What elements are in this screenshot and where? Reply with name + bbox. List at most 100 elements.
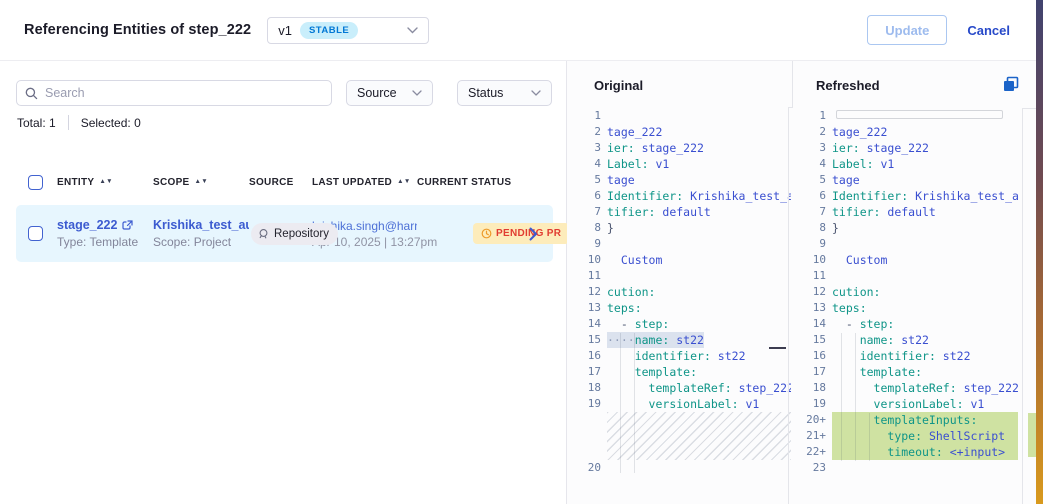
code-line: 5tage: [570, 172, 791, 188]
version-select[interactable]: v1 STABLE: [267, 17, 429, 44]
code-line: 16 identifier: st22: [570, 348, 791, 364]
code-line: 5tage: [794, 172, 1018, 188]
referencing-entities-drawer: Referencing Entities of step_222 v1 STAB…: [0, 0, 1036, 504]
code-line: 14 - step:: [794, 316, 1018, 332]
indent-guide: [869, 413, 870, 461]
scope-sub: Scope: Project: [153, 235, 249, 249]
code-line: 12cution:: [570, 284, 791, 300]
status-badge: PENDING PR: [473, 223, 569, 244]
code-line: 3ier: stage_222: [570, 140, 791, 156]
code-line: 19 versionLabel: v1: [794, 396, 1018, 412]
background-page-strip: [1036, 0, 1043, 504]
refreshed-code-pane[interactable]: 12tage_2223ier: stage_2224Label: v15tage…: [794, 108, 1018, 504]
code-line: 12cution:: [794, 284, 1018, 300]
cancel-button[interactable]: Cancel: [967, 23, 1010, 38]
entities-panel: Source Status Total: 1 Selected: 0 ENTIT…: [0, 61, 567, 504]
code-line: 15 name: st22: [794, 332, 1018, 348]
column-scope: SCOPE: [153, 177, 190, 188]
code-line: 10 Custom: [570, 252, 791, 268]
sort-last-updated-icon[interactable]: ▲▼: [397, 180, 410, 185]
entity-type: Type: Template: [57, 235, 153, 249]
row-expand-chevron[interactable]: [529, 227, 538, 241]
page-title: Referencing Entities of step_222: [24, 22, 251, 38]
diff-collapsed-region: [570, 412, 791, 460]
copy-icon[interactable]: [1003, 76, 1019, 92]
code-line: 21+ type: ShellScript: [794, 428, 1018, 444]
code-line: 9: [570, 236, 791, 252]
clock-icon: [481, 228, 492, 239]
overview-ruler-added-marker: [1028, 413, 1036, 457]
pane-header-divider: [792, 61, 793, 108]
code-line: 4Label: v1: [570, 156, 791, 172]
collapsed-region-box: [836, 110, 1003, 119]
select-all-checkbox[interactable]: [28, 175, 43, 190]
original-code-pane[interactable]: 12tage_2223ier: stage_2224Label: v15tage…: [570, 108, 791, 504]
code-line: 10 Custom: [794, 252, 1018, 268]
original-pane-title: Original: [594, 78, 643, 93]
version-label: v1: [278, 23, 292, 38]
code-line: 7tifier: default: [570, 204, 791, 220]
search-box[interactable]: [16, 80, 332, 106]
indent-guide: [855, 333, 856, 461]
stable-badge: STABLE: [300, 22, 358, 39]
code-line: 8}: [794, 220, 1018, 236]
code-line: 8}: [570, 220, 791, 236]
indent-guide: [841, 333, 842, 461]
code-line: 14 - step:: [570, 316, 791, 332]
code-line: 20+ templateInputs:: [794, 412, 1018, 428]
status-filter-label: Status: [468, 86, 503, 100]
source-pill: Repository: [251, 223, 338, 245]
table-header: ENTITY ▲▼ SCOPE ▲▼ SOURCE LAST UPDATED ▲▼ C…: [16, 171, 553, 193]
source-filter-dropdown[interactable]: Source: [346, 80, 433, 106]
sort-scope-icon[interactable]: ▲▼: [195, 180, 208, 185]
source-label: Repository: [274, 228, 329, 240]
update-button[interactable]: Update: [867, 15, 947, 45]
code-line: 19 versionLabel: v1: [570, 396, 791, 412]
code-line: 11: [570, 268, 791, 284]
status-filter-dropdown[interactable]: Status: [457, 80, 552, 106]
column-last-updated: LAST UPDATED: [312, 177, 392, 188]
scrollbar-track-top: [1022, 108, 1036, 109]
indent-guide: [634, 333, 635, 473]
code-line: 4Label: v1: [794, 156, 1018, 172]
code-line: 22+ timeout: <+input>: [794, 444, 1018, 460]
diff-change-marker: [769, 347, 786, 349]
repository-icon: [258, 228, 270, 240]
sort-entity-icon[interactable]: ▲▼: [99, 180, 112, 185]
code-line: 2tage_222: [794, 124, 1018, 140]
diff-scrollbar-track[interactable]: [1022, 108, 1023, 504]
column-entity: ENTITY: [57, 177, 94, 188]
scope-link[interactable]: Krishika_test_au...: [153, 218, 249, 232]
code-line: 16 identifier: st22: [794, 348, 1018, 364]
totals-divider: [68, 115, 69, 130]
code-line: 1: [570, 108, 791, 124]
table-row[interactable]: stage_222 Type: Template Krishika_test_a…: [16, 205, 553, 262]
code-line: 20: [570, 460, 791, 476]
source-filter-label: Source: [357, 86, 397, 100]
code-line: 18 templateRef: step_222: [794, 380, 1018, 396]
code-line: 3ier: stage_222: [794, 140, 1018, 156]
code-line: 23: [794, 460, 1018, 476]
search-input[interactable]: [45, 86, 323, 100]
code-line: 13teps:: [794, 300, 1018, 316]
totals-bar: Total: 1 Selected: 0: [17, 115, 141, 130]
code-line: 17 template:: [794, 364, 1018, 380]
total-count: Total: 1: [17, 116, 56, 130]
selected-count: Selected: 0: [81, 116, 141, 130]
column-source: SOURCE: [249, 177, 294, 188]
search-icon: [25, 87, 38, 100]
code-line: 18 templateRef: step_222: [570, 380, 791, 396]
chevron-down-icon: [531, 90, 541, 96]
row-checkbox[interactable]: [28, 226, 43, 241]
refreshed-pane-title: Refreshed: [816, 78, 880, 93]
code-line: 11: [794, 268, 1018, 284]
indent-guide: [620, 333, 621, 473]
code-line: 13teps:: [570, 300, 791, 316]
entity-link[interactable]: stage_222: [57, 218, 117, 232]
chevron-down-icon: [412, 90, 422, 96]
code-line: 6Identifier: Krishika_test_aut: [570, 188, 791, 204]
chevron-down-icon: [407, 27, 418, 34]
external-link-icon[interactable]: [122, 220, 133, 231]
code-line: 9: [794, 236, 1018, 252]
column-current-status: CURRENT STATUS: [417, 177, 511, 188]
